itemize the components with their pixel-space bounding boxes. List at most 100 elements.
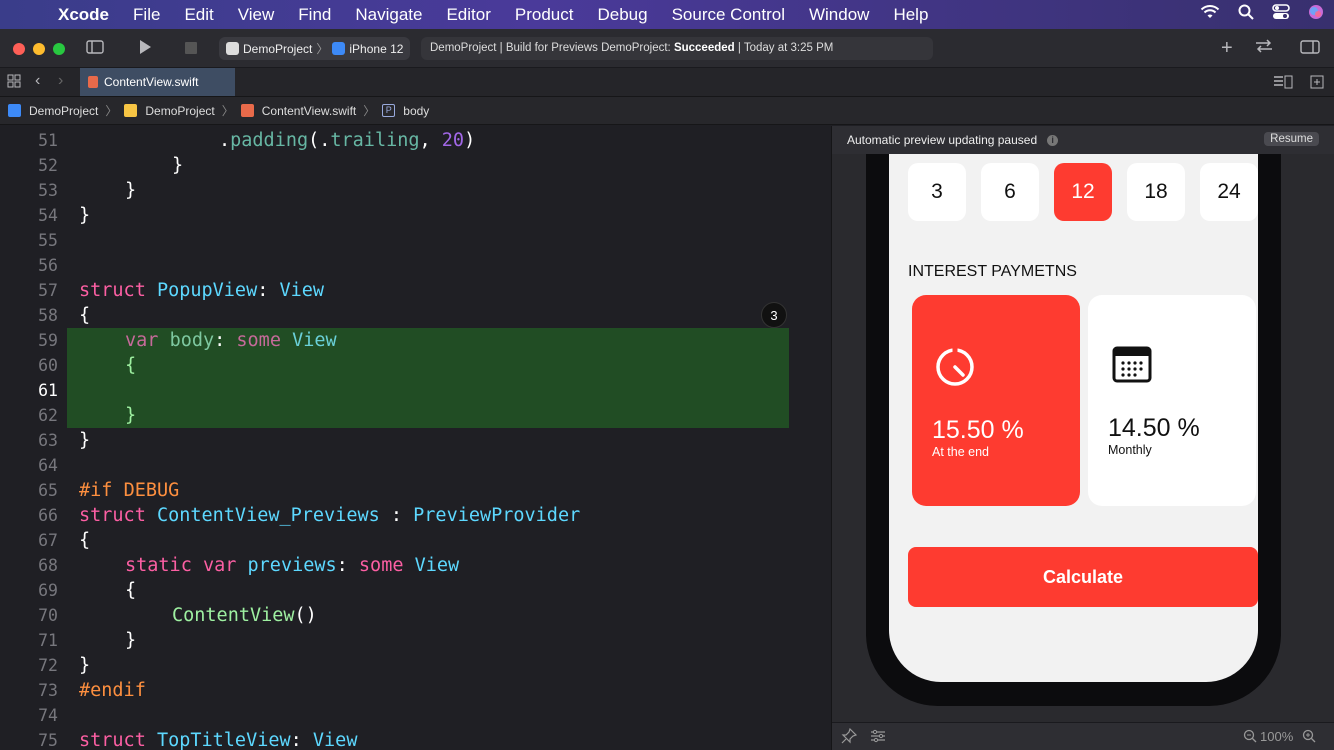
code-token: #endif — [79, 680, 146, 701]
card-caption: At the end — [932, 445, 989, 459]
line-number: 55 — [38, 231, 58, 250]
status-icons — [1200, 0, 1324, 29]
chevron-right-icon: 〉 — [105, 104, 118, 118]
breadcrumb-symbol[interactable]: body — [403, 104, 429, 118]
stop-icon[interactable] — [185, 41, 197, 59]
minimize-window-button[interactable] — [33, 43, 45, 55]
siri-icon[interactable] — [1308, 4, 1324, 25]
code-token: PreviewProvider — [413, 505, 581, 526]
back-icon[interactable]: ‹ — [35, 72, 40, 90]
search-icon[interactable] — [1238, 4, 1254, 25]
wifi-icon[interactable] — [1200, 4, 1220, 25]
tab-bar: ‹ › ContentView.swift — [0, 68, 1334, 97]
menu-help[interactable]: Help — [881, 0, 940, 29]
code-token: trailing — [330, 130, 420, 151]
code-token: static — [125, 555, 192, 576]
code-line: 54} — [0, 203, 831, 228]
add-icon[interactable]: + — [1221, 37, 1233, 60]
menu-product[interactable]: Product — [503, 0, 586, 29]
payment-card-end[interactable]: 15.50 % At the end — [912, 295, 1080, 506]
code-review-icon[interactable] — [1254, 38, 1274, 59]
code-token: } — [125, 405, 137, 426]
code-line: 62} — [0, 403, 831, 428]
code-token: DEBUG — [123, 480, 180, 501]
code-token: : — [257, 280, 280, 301]
add-editor-icon[interactable] — [1310, 75, 1324, 94]
scheme-name: DemoProject — [243, 41, 313, 56]
month-option[interactable]: 24 — [1200, 163, 1258, 221]
code-line: 72} — [0, 653, 831, 678]
tab-contentview-swift[interactable]: ContentView.swift — [80, 68, 235, 96]
month-option[interactable]: 6 — [981, 163, 1039, 221]
payment-card-monthly[interactable]: 14.50 % Monthly — [1088, 295, 1256, 506]
line-number: 58 — [38, 306, 58, 325]
month-option-selected[interactable]: 12 — [1054, 163, 1112, 221]
tab-label: ContentView.swift — [104, 75, 199, 89]
month-option[interactable]: 3 — [908, 163, 966, 221]
code-line: 73 #endif — [0, 678, 831, 703]
menu-file[interactable]: File — [121, 0, 172, 29]
info-icon[interactable]: i — [1047, 134, 1059, 146]
code-token: ) — [464, 130, 476, 151]
pin-icon[interactable] — [841, 727, 858, 747]
menu-bar: Xcode File Edit View Find Navigate Edito… — [0, 0, 1334, 29]
line-number: 51 — [38, 131, 58, 150]
month-option[interactable]: 18 — [1127, 163, 1185, 221]
code-token: some — [236, 330, 281, 351]
code-line: 69 { — [0, 578, 831, 603]
code-line: 56 — [0, 253, 831, 278]
forward-icon[interactable]: › — [58, 72, 63, 90]
breadcrumb-group[interactable]: DemoProject — [145, 104, 214, 118]
menu-find[interactable]: Find — [286, 0, 343, 29]
menu-debug[interactable]: Debug — [585, 0, 659, 29]
editor-options-icon[interactable] — [1273, 75, 1293, 94]
code-token: } — [79, 205, 91, 226]
menu-source-control[interactable]: Source Control — [660, 0, 797, 29]
menu-editor[interactable]: Editor — [434, 0, 502, 29]
code-token: } — [79, 430, 91, 451]
code-line: 52} — [0, 153, 831, 178]
code-token: View — [312, 730, 358, 750]
code-token: 20 — [441, 130, 465, 151]
control-center-icon[interactable] — [1272, 4, 1290, 25]
menu-navigate[interactable]: Navigate — [343, 0, 434, 29]
line-number: 62 — [38, 406, 58, 425]
menu-window[interactable]: Window — [797, 0, 881, 29]
menu-view[interactable]: View — [226, 0, 287, 29]
inspector-toggle-icon[interactable] — [1300, 39, 1320, 60]
navigator-toggle-icon[interactable] — [86, 39, 104, 60]
code-line: 67 { — [0, 528, 831, 553]
code-token: () — [294, 605, 317, 626]
code-token: { — [125, 355, 137, 376]
adjustments-icon[interactable] — [870, 728, 886, 747]
line-number: 54 — [38, 206, 58, 225]
zoom-level[interactable]: 100% — [1260, 729, 1293, 744]
zoom-window-button[interactable] — [53, 43, 65, 55]
calendar-icon — [1112, 345, 1152, 388]
breadcrumb-project[interactable]: DemoProject — [29, 104, 98, 118]
zoom-icon[interactable] — [1243, 729, 1257, 746]
calculate-button[interactable]: Calculate — [908, 547, 1258, 607]
code-token: PopupView — [156, 280, 258, 301]
line-number: 72 — [38, 656, 58, 675]
code-line: 66 struct ContentView_Previews : PreviewP… — [0, 503, 831, 528]
menu-xcode[interactable]: Xcode — [44, 0, 121, 29]
code-editor[interactable]: 3 51 .padding(.trailing, 20) 52} 53} 54} … — [0, 126, 831, 750]
scheme-selector[interactable]: DemoProject 〉 iPhone 12 — [219, 37, 411, 60]
breadcrumb-file[interactable]: ContentView.swift — [262, 104, 357, 118]
code-token: View — [414, 555, 460, 576]
menu-edit[interactable]: Edit — [172, 0, 225, 29]
line-number: 70 — [38, 606, 58, 625]
grid-icon[interactable] — [7, 74, 21, 93]
code-line: 71} — [0, 628, 831, 653]
run-icon[interactable] — [137, 39, 153, 60]
resume-button[interactable]: Resume — [1264, 132, 1319, 146]
folder-icon — [124, 104, 138, 117]
code-token: var — [202, 555, 237, 576]
chevron-right-icon: 〉 — [363, 104, 376, 118]
line-number: 63 — [38, 431, 58, 450]
code-token: : — [379, 505, 414, 526]
close-window-button[interactable] — [13, 43, 25, 55]
preview-canvas: 3 6 12 18 24 INTEREST PAYMETNS 15.50 % A… — [831, 126, 1334, 750]
zoom-in-icon[interactable] — [1302, 729, 1316, 746]
